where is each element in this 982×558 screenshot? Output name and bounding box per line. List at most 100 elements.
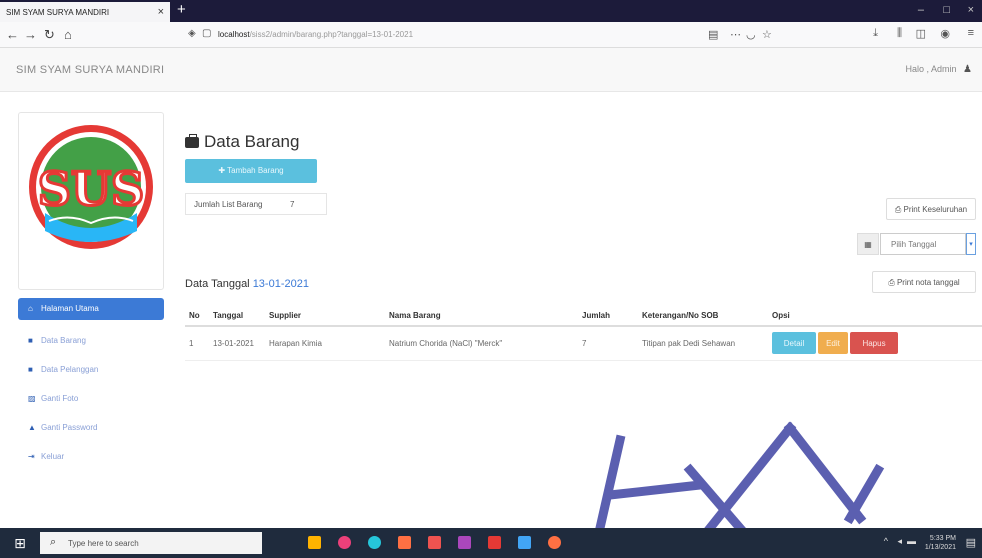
col-jumlah: Jumlah [578,304,638,327]
pocket-icon[interactable]: ◡ [746,28,756,41]
chevron-down-icon[interactable]: ▾ [966,233,976,255]
search-icon: ⌕ [50,536,57,548]
hapus-button[interactable]: Hapus [850,332,898,355]
url-bar[interactable]: ◈ ▢ localhost/siss2/admin/barang.php?tan… [180,25,780,45]
windows-start-icon[interactable]: ⊞ [0,528,40,558]
date-picker-input[interactable]: Pilih Tanggal [880,233,966,255]
app-icon[interactable] [338,536,351,549]
logo-letters: SUS [38,162,145,216]
browser-tab-bar: SIM SYAM SURYA MANDIRI × + – □ × [0,0,982,22]
sidebar: ⌂ Halaman Utama ■ Data Barang ■ Data Pelang… [18,298,164,475]
print-date-button[interactable]: ⎙ Print nota tanggal [872,271,976,293]
sidebar-item-keluar[interactable]: ⇥ Keluar [18,446,164,468]
reader-icon[interactable]: ▤ [708,28,718,41]
volume-icon[interactable]: ◂ [897,536,902,547]
print-all-button[interactable]: ⎙ Print Keseluruhan [886,198,976,220]
edit-button[interactable]: Edit [818,332,848,355]
sidebar-item-ganti-foto[interactable]: ▨ Ganti Foto [18,388,164,410]
sidebar-item-label: Data Pelanggan [41,365,99,374]
company-logo: SUS [18,112,164,290]
library-icon[interactable]: ⫼ [897,27,902,40]
lock-icon: ▲ [28,423,36,432]
close-tab-icon[interactable]: × [158,6,164,18]
cell-tanggal: 13-01-2021 [209,326,265,361]
plus-icon: ✚ [218,166,228,175]
col-no: No [185,304,209,327]
new-tab-button[interactable]: + [177,1,186,18]
app-icon[interactable] [518,536,531,549]
reload-icon[interactable]: ↻ [44,27,55,43]
app-icon[interactable] [488,536,501,549]
minimize-button[interactable]: – [918,4,924,16]
briefcase-icon: ■ [28,365,33,374]
chevron-up-icon[interactable]: ^ [884,536,888,546]
col-tanggal: Tanggal [209,304,265,327]
clock[interactable]: 5:33 PM 1/13/2021 [925,534,956,552]
network-icon[interactable]: ▬ [907,536,916,546]
sidebar-item-halaman-utama[interactable]: ⌂ Halaman Utama [18,298,164,320]
briefcase-icon [185,134,199,148]
clock-date: 1/13/2021 [924,544,956,551]
app-icon[interactable] [368,536,381,549]
print-icon: ⎙ [894,205,904,214]
print-all-label: Print Keseluruhan [903,205,968,214]
add-barang-button[interactable]: ✚ Tambah Barang [185,159,317,183]
barang-table: No Tanggal Supplier Nama Barang Jumlah K… [185,304,982,361]
url-path: /siss2/admin/barang.php?tanggal=13-01-20… [249,30,414,39]
image-icon: ▨ [28,394,36,403]
download-icon[interactable]: ⤓ [873,27,878,40]
count-label: Jumlah List Barang [194,200,263,209]
cell-supplier: Harapan Kimia [265,326,385,361]
home-icon: ⌂ [28,304,33,313]
file-explorer-icon[interactable] [308,536,321,549]
table-row: 1 13-01-2021 Harapan Kimia Natrium Chori… [185,326,982,361]
account-icon[interactable]: ◉ [940,27,950,40]
app-icon[interactable] [428,536,441,549]
app-brand[interactable]: SIM SYAM SURYA MANDIRI [16,64,164,76]
print-date-label: Print nota tanggal [896,278,960,287]
briefcase-icon: ■ [28,336,33,345]
detail-button[interactable]: Detail [772,332,816,355]
os-taskbar: ⊞ ⌕ Type here to search ^ ◂ ▬ 5:33 PM 1/… [0,528,982,558]
app-icon[interactable] [458,536,471,549]
taskbar-search-input[interactable]: ⌕ Type here to search [40,532,262,554]
sidebar-item-data-barang[interactable]: ■ Data Barang [18,330,164,352]
print-icon: ⎙ [888,278,897,287]
screen: SIM SYAM SURYA MANDIRI × + – □ × ← → ↻ ⌂… [0,0,982,558]
more-icon[interactable]: ⋯ [730,28,741,41]
user-icon: ♟ [963,64,972,75]
main-content: Data Barang ✚ Tambah Barang Jumlah List … [185,100,982,520]
date-heading: Data Tanggal 13-01-2021 [185,278,309,290]
sidebar-icon[interactable]: ◫ [916,27,926,40]
browser-tab[interactable]: SIM SYAM SURYA MANDIRI × [0,2,170,22]
cell-keterangan: Titipan pak Dedi Sehawan [638,326,768,361]
sidebar-item-ganti-password[interactable]: ▲ Ganti Password [18,417,164,439]
sidebar-item-label: Keluar [41,452,65,461]
cell-nama-barang: Natrium Chorida (NaCl) "Merck" [385,326,578,361]
date-heading-prefix: Data Tanggal [185,278,250,290]
cell-no: 1 [185,326,209,361]
back-icon[interactable]: ← [6,27,19,42]
url-text[interactable]: localhost/siss2/admin/barang.php?tanggal… [218,30,413,39]
bookmark-star-icon[interactable]: ☆ [762,28,772,41]
date-heading-value: 13-01-2021 [252,278,309,290]
sidebar-item-data-pelanggan[interactable]: ■ Data Pelanggan [18,359,164,381]
logout-icon: ⇥ [28,452,35,461]
user-menu[interactable]: Halo , Admin ♟ [905,64,972,75]
menu-icon[interactable]: ≡ [968,27,974,39]
firefox-icon[interactable] [548,536,561,549]
table-header-row: No Tanggal Supplier Nama Barang Jumlah K… [185,304,982,327]
forward-icon[interactable]: → [24,27,37,42]
app-icon[interactable] [398,536,411,549]
home-icon[interactable]: ⌂ [64,27,72,42]
item-count-box: Jumlah List Barang 7 [185,193,327,215]
col-opsi: Opsi [768,304,982,327]
notification-icon[interactable]: ▤ [966,536,976,549]
cell-jumlah: 7 [578,326,638,361]
close-window-button[interactable]: × [968,4,974,16]
sidebar-item-label: Data Barang [41,336,86,345]
sidebar-item-label: Ganti Password [41,423,98,432]
col-nama-barang: Nama Barang [385,304,578,327]
sidebar-item-label: Ganti Foto [41,394,79,403]
maximize-button[interactable]: □ [943,4,950,16]
